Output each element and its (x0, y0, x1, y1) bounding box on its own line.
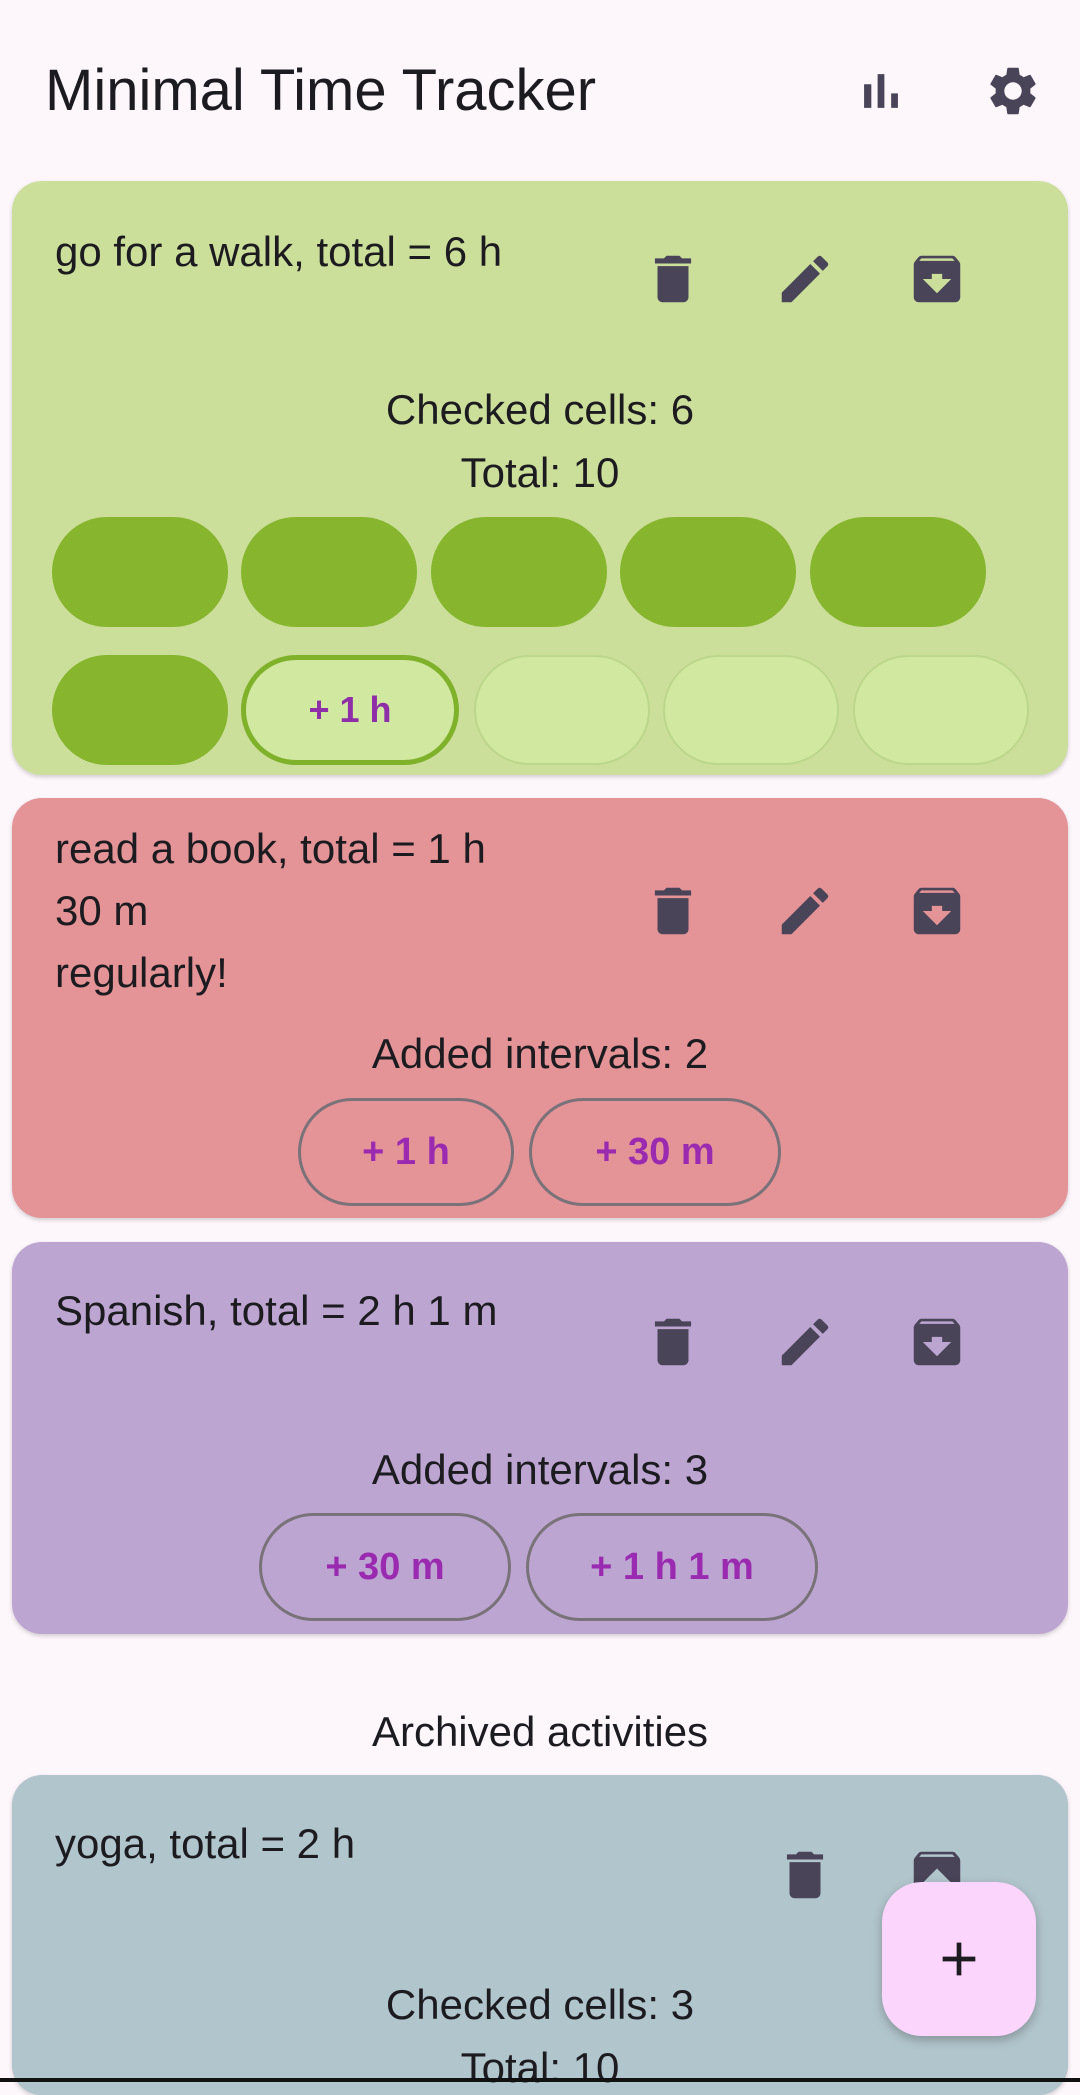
checked-cells-stat: Checked cells: 6 (385, 386, 695, 433)
empty-cell[interactable] (853, 655, 1029, 765)
checked-cell[interactable] (52, 517, 228, 627)
add-hour-cell-button[interactable]: + 1 h (241, 655, 459, 765)
gear-icon[interactable] (980, 58, 1046, 124)
total-cells-stat: Total: 10 (460, 449, 620, 496)
delete-icon[interactable] (640, 1309, 706, 1375)
add-activity-button[interactable] (882, 1882, 1036, 2036)
add-interval-button[interactable]: + 30 m (529, 1098, 781, 1206)
activity-card-walk[interactable]: go for a walk, total = 6 h Checked cells… (12, 181, 1068, 775)
archive-icon[interactable] (904, 246, 970, 312)
delete-icon[interactable] (640, 246, 706, 312)
checked-cell[interactable] (431, 517, 607, 627)
activity-title: Spanish, total = 2 h 1 m (55, 1287, 498, 1334)
activity-title: go for a walk, total = 6 h (55, 228, 503, 275)
added-intervals-stat: Added intervals: 2 (371, 1030, 709, 1077)
navigation-bar-edge (0, 2078, 1080, 2082)
empty-cell[interactable] (663, 655, 839, 765)
empty-cell[interactable] (474, 655, 650, 765)
edit-icon[interactable] (772, 246, 838, 312)
checked-cell[interactable] (810, 517, 986, 627)
edit-icon[interactable] (772, 878, 838, 944)
checked-cell[interactable] (52, 655, 228, 765)
add-interval-button[interactable]: + 30 m (259, 1513, 511, 1621)
add-interval-button[interactable]: + 1 h (298, 1098, 514, 1206)
archive-icon[interactable] (904, 1309, 970, 1375)
added-intervals-stat: Added intervals: 3 (371, 1446, 709, 1493)
edit-icon[interactable] (772, 1309, 838, 1375)
page-title: Minimal Time Tracker (45, 58, 597, 123)
plus-icon (942, 1942, 976, 1976)
bar-chart-icon[interactable] (848, 58, 914, 124)
checked-cell[interactable] (241, 517, 417, 627)
total-cells-stat: Total: 10 (460, 2044, 620, 2091)
app-bar: Minimal Time Tracker (0, 0, 1080, 180)
archive-icon[interactable] (904, 878, 970, 944)
activity-title: read a book, total = 1 h 30 m regularly! (55, 825, 486, 996)
add-interval-button[interactable]: + 1 h 1 m (526, 1513, 818, 1621)
delete-icon[interactable] (772, 1842, 838, 1908)
checked-cell[interactable] (620, 517, 796, 627)
activity-card-spanish[interactable]: Spanish, total = 2 h 1 m Added intervals… (12, 1242, 1068, 1634)
activity-title: yoga, total = 2 h (55, 1820, 356, 1867)
activity-card-read[interactable]: read a book, total = 1 h 30 m regularly!… (12, 798, 1068, 1218)
archived-section-label: Archived activities (371, 1708, 709, 1755)
delete-icon[interactable] (640, 878, 706, 944)
